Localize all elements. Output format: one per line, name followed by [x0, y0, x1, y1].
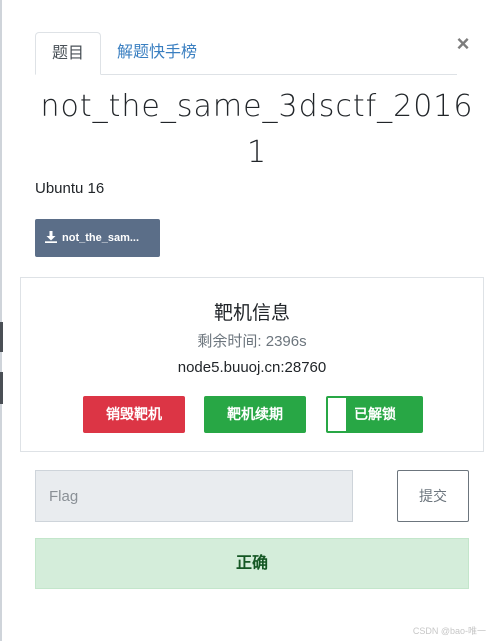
- challenge-title: not_the_same_3dsctf_2016 1: [40, 89, 474, 170]
- tab-solve-leaderboard[interactable]: 解题快手榜: [117, 32, 197, 73]
- tab-challenge[interactable]: 题目: [35, 32, 101, 75]
- challenge-subtitle: Ubuntu 16: [35, 180, 105, 197]
- download-file-button[interactable]: not_the_sam...: [35, 219, 160, 257]
- background-page-edge: [0, 0, 2, 641]
- renew-target-button[interactable]: 靶机续期: [204, 396, 306, 433]
- watermark: CSDN @bao-唯一: [412, 626, 486, 636]
- unlocked-label: 已解锁: [354, 406, 396, 422]
- submit-flag-button[interactable]: 提交: [397, 470, 469, 522]
- challenge-modal: 题目 解题快手榜 × not_the_same_3dsctf_2016 1 Ub…: [3, 0, 492, 641]
- correct-alert: 正确: [35, 538, 469, 589]
- download-icon: [45, 231, 57, 243]
- target-host: node5.buuoj.cn:28760: [177, 359, 327, 376]
- unlocked-indicator: [328, 398, 346, 431]
- close-icon[interactable]: ×: [453, 32, 473, 56]
- flag-input[interactable]: [35, 470, 353, 522]
- destroy-target-button[interactable]: 销毁靶机: [83, 396, 185, 433]
- modal-tabs: 题目 解题快手榜: [35, 32, 457, 75]
- download-file-label: not_the_sam...: [62, 232, 140, 244]
- unlocked-button[interactable]: 已解锁: [326, 396, 423, 433]
- remaining-time: 剩余时间: 2396s: [197, 333, 307, 350]
- target-info-heading: 靶机信息: [213, 303, 290, 324]
- page: 题目 解题快手榜 × not_the_same_3dsctf_2016 1 Ub…: [0, 0, 492, 641]
- target-info-panel: 靶机信息 剩余时间: 2396s node5.buuoj.cn:28760 销毁…: [20, 277, 484, 452]
